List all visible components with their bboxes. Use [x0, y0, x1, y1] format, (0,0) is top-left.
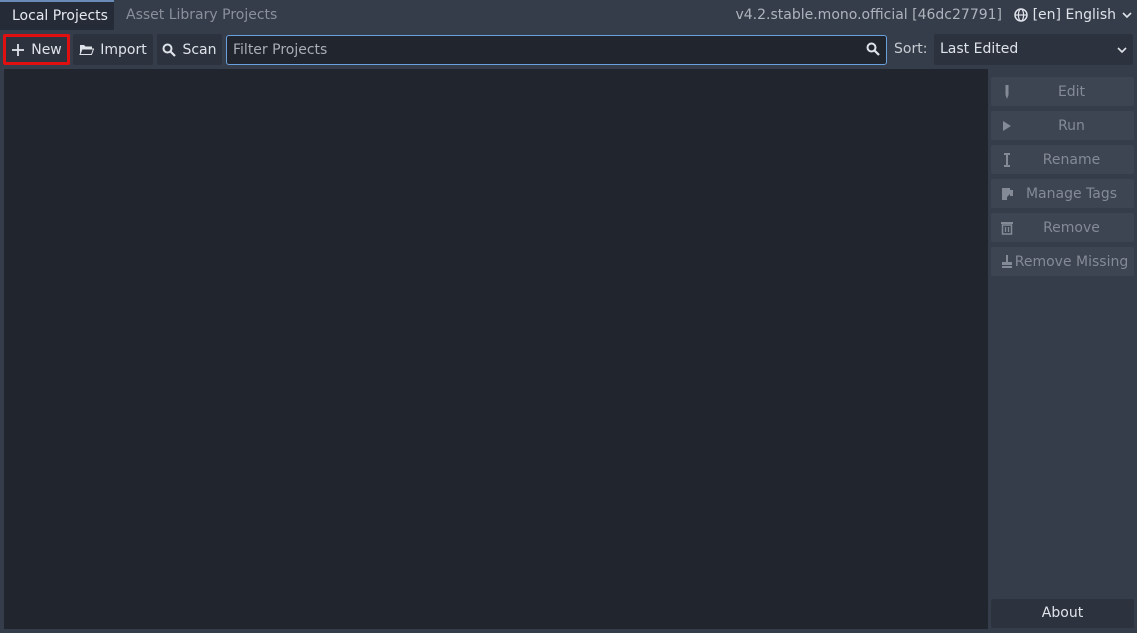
tab-bar: Local Projects Asset Library Projects v4…	[0, 0, 1137, 30]
chevron-down-icon	[1122, 12, 1132, 19]
remove-missing-button[interactable]: Remove Missing	[991, 247, 1134, 276]
rename-button[interactable]: Rename	[991, 145, 1134, 174]
plus-icon	[12, 43, 25, 56]
language-selector[interactable]: [en] English	[1013, 0, 1133, 30]
broom-icon	[1002, 255, 1012, 268]
folder-icon	[79, 45, 95, 55]
import-button-label: Import	[100, 41, 147, 58]
new-project-button[interactable]: New	[3, 34, 70, 65]
play-icon	[1003, 121, 1011, 131]
pencil-icon	[1005, 85, 1009, 99]
globe-icon	[1013, 8, 1028, 22]
filter-projects-field[interactable]	[226, 35, 887, 65]
text-cursor-icon	[1004, 153, 1010, 167]
remove-button[interactable]: Remove	[991, 213, 1134, 242]
scan-button[interactable]: Scan	[157, 34, 222, 65]
run-button[interactable]: Run	[991, 111, 1134, 140]
chevron-down-icon	[1117, 47, 1127, 54]
tab-asset-library-projects[interactable]: Asset Library Projects	[114, 0, 289, 30]
import-button[interactable]: Import	[73, 34, 153, 65]
manage-tags-button[interactable]: Manage Tags	[991, 179, 1134, 208]
search-icon	[866, 42, 880, 56]
search-icon	[162, 43, 177, 57]
filter-projects-input[interactable]	[233, 36, 853, 63]
edit-button[interactable]: Edit	[991, 77, 1134, 106]
sort-dropdown[interactable]: Last Edited	[934, 34, 1133, 65]
tag-icon	[1002, 188, 1013, 200]
about-button[interactable]: About	[991, 599, 1134, 628]
new-button-label: New	[31, 41, 62, 58]
scan-button-label: Scan	[182, 41, 217, 58]
version-label: v4.2.stable.mono.official [46dc27791]	[735, 7, 1002, 23]
tab-local-projects[interactable]: Local Projects	[0, 0, 114, 30]
trash-icon	[1001, 222, 1013, 235]
language-label: [en] English	[1032, 7, 1116, 23]
sort-selected-value: Last Edited	[940, 41, 1019, 57]
sort-label: Sort:	[894, 41, 928, 57]
project-list[interactable]	[4, 69, 988, 629]
project-actions-panel: Edit Run Rename Manage Tags Remove Remov…	[989, 69, 1137, 633]
